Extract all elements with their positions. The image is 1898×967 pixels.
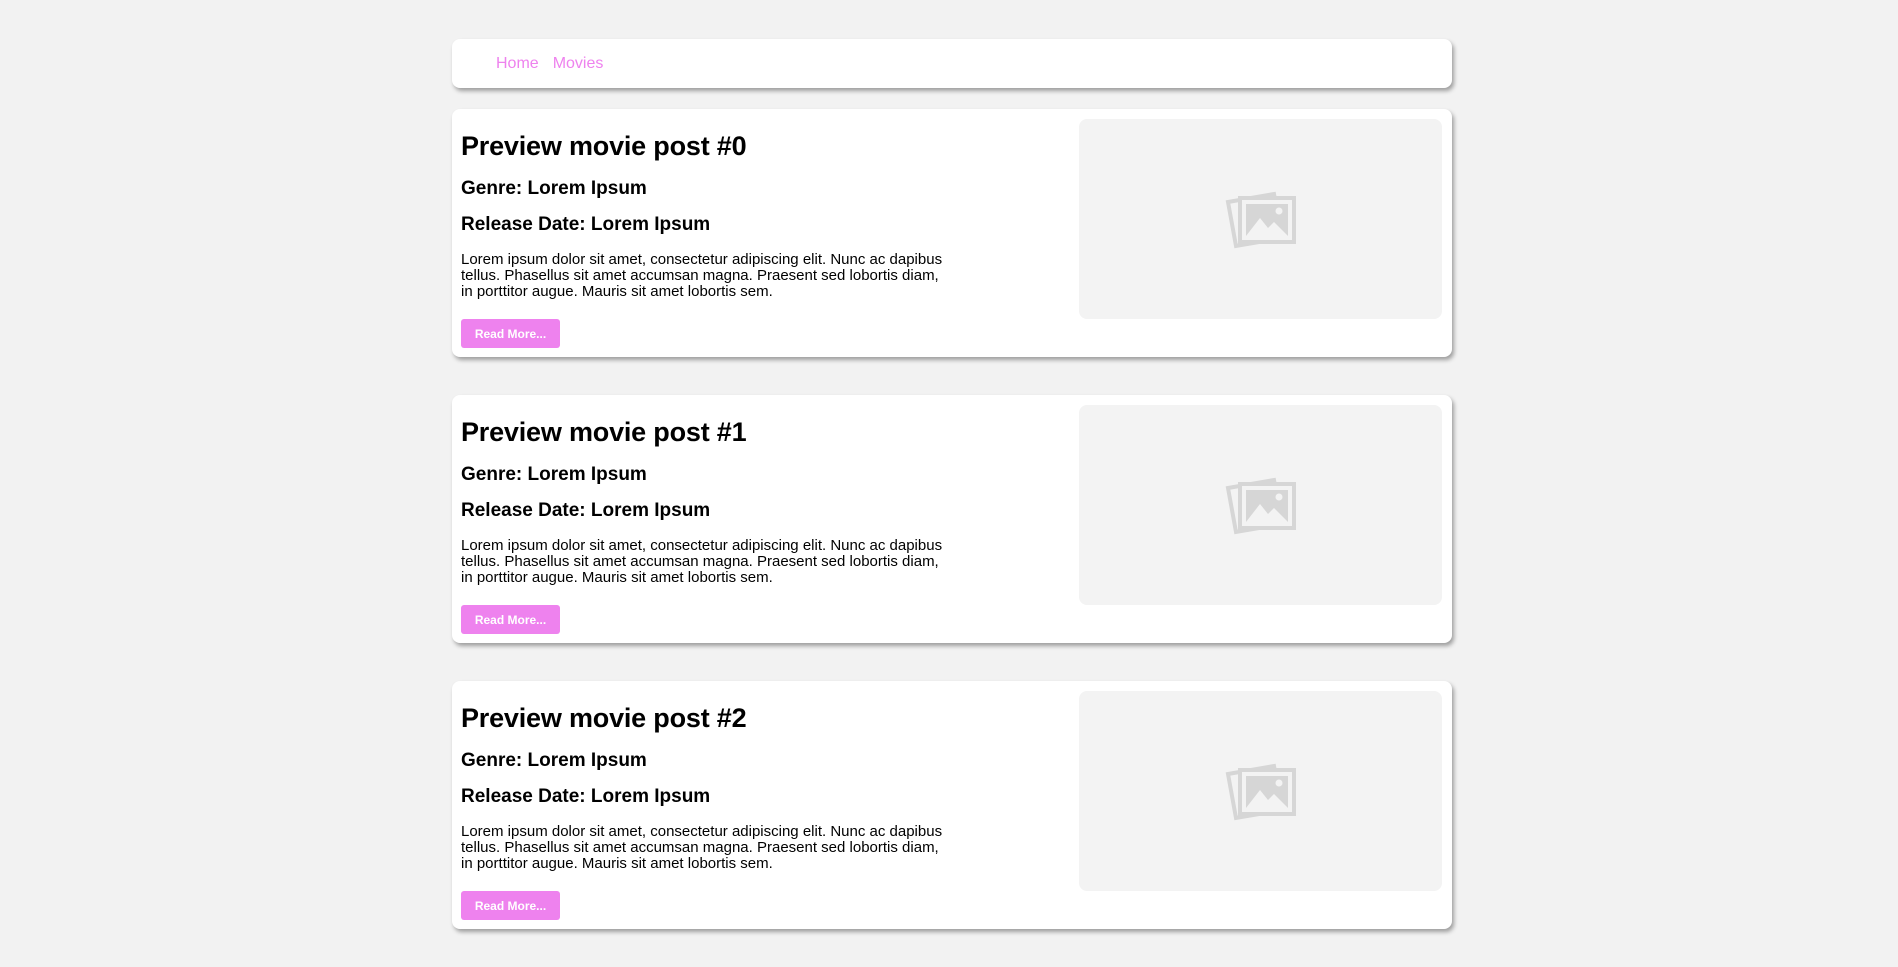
read-more-button[interactable]: Read More... <box>461 319 560 348</box>
read-more-button[interactable]: Read More... <box>461 891 560 920</box>
post-genre: Genre: Lorem Ipsum <box>461 750 647 771</box>
image-placeholder-icon <box>1225 191 1296 249</box>
post-title: Preview movie post #1 <box>461 417 747 447</box>
nav-link-home[interactable]: Home <box>496 55 539 73</box>
image-placeholder-icon <box>1225 763 1296 821</box>
movie-post-card: Preview movie post #2 Genre: Lorem Ipsum… <box>452 681 1452 929</box>
image-placeholder-icon <box>1225 477 1296 535</box>
post-release-date: Release Date: Lorem Ipsum <box>461 500 711 521</box>
post-release-date: Release Date: Lorem Ipsum <box>461 786 711 807</box>
post-genre: Genre: Lorem Ipsum <box>461 178 647 199</box>
navbar: Home Movies <box>452 39 1452 88</box>
nav-link-movies[interactable]: Movies <box>553 55 604 73</box>
post-description: Lorem ipsum dolor sit amet, consectetur … <box>461 537 943 586</box>
post-genre: Genre: Lorem Ipsum <box>461 464 647 485</box>
post-description: Lorem ipsum dolor sit amet, consectetur … <box>461 251 943 300</box>
movie-post-card: Preview movie post #0 Genre: Lorem Ipsum… <box>452 109 1452 357</box>
post-thumbnail <box>1079 691 1442 891</box>
post-title: Preview movie post #0 <box>461 131 747 161</box>
post-thumbnail <box>1079 119 1442 319</box>
post-description: Lorem ipsum dolor sit amet, consectetur … <box>461 823 943 872</box>
post-title: Preview movie post #2 <box>461 703 747 733</box>
post-thumbnail <box>1079 405 1442 605</box>
movie-post-list: Preview movie post #0 Genre: Lorem Ipsum… <box>452 109 1452 929</box>
post-release-date: Release Date: Lorem Ipsum <box>461 214 711 235</box>
movie-post-card: Preview movie post #1 Genre: Lorem Ipsum… <box>452 395 1452 643</box>
page-container: Home Movies Preview movie post #0 Genre:… <box>452 39 1452 967</box>
read-more-button[interactable]: Read More... <box>461 605 560 634</box>
